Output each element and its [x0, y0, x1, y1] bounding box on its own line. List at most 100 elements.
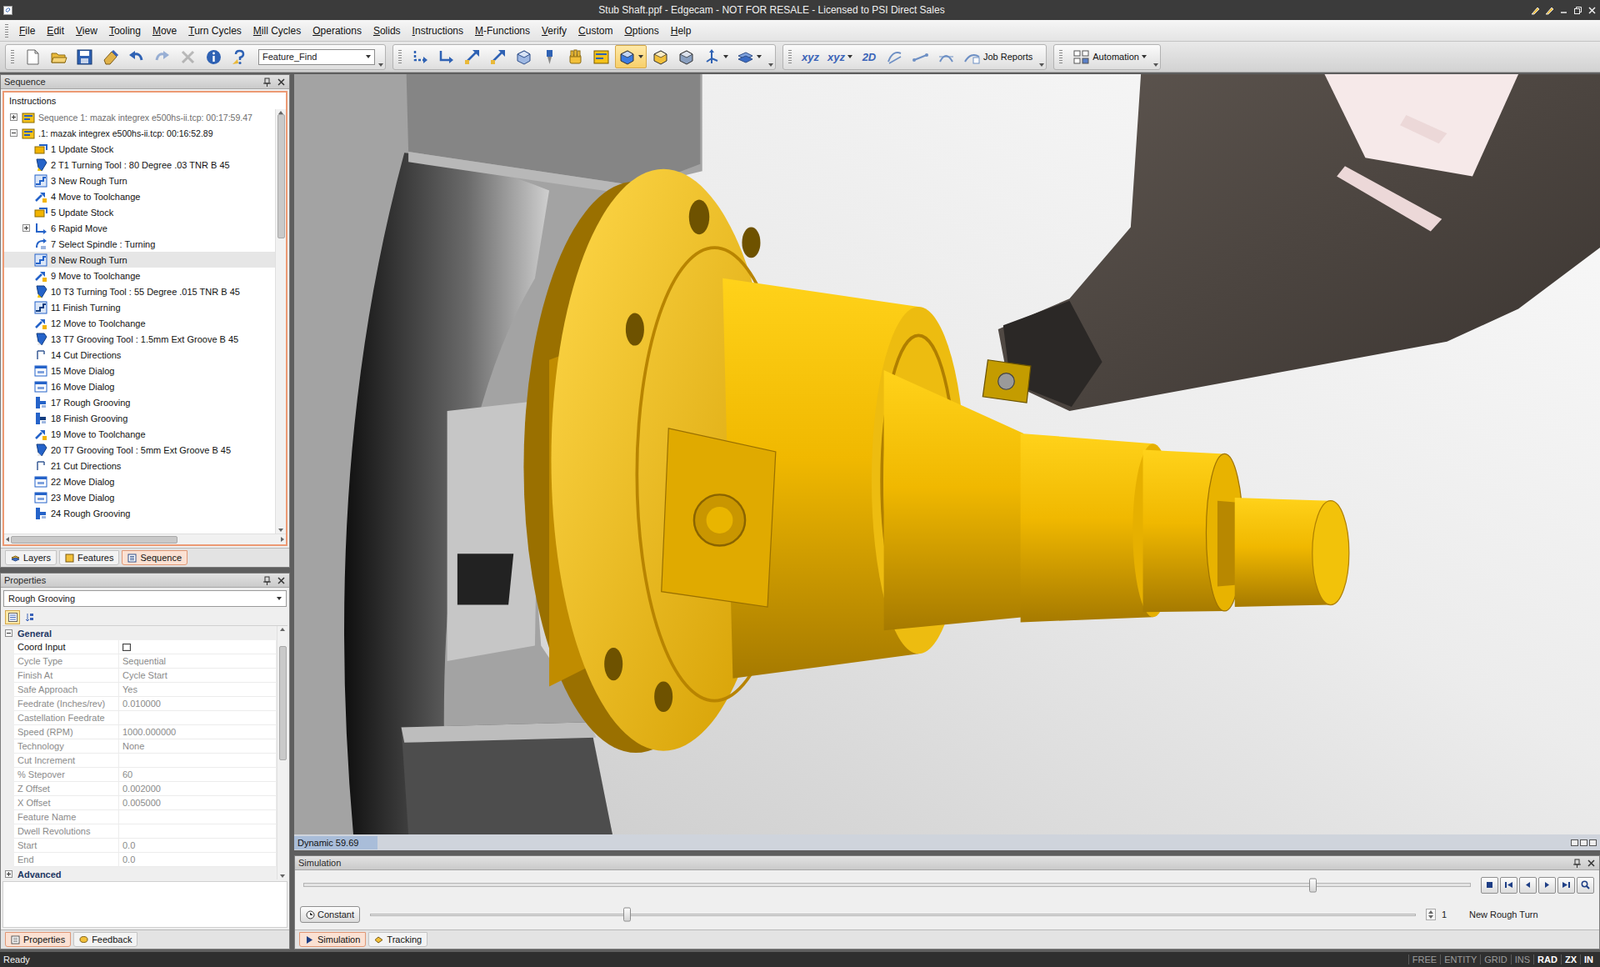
- toolbar-button[interactable]: xyz: [824, 45, 856, 69]
- property-row[interactable]: End0.0: [2, 852, 277, 867]
- instruction-row[interactable]: 22 Move Dialog: [4, 473, 275, 490]
- expand-icon[interactable]: [22, 224, 30, 232]
- property-row[interactable]: Cycle TypeSequential: [2, 654, 277, 669]
- machine-simulation-view[interactable]: [294, 74, 1600, 835]
- instruction-row[interactable]: 17 Rough Grooving: [4, 394, 275, 410]
- instruction-row[interactable]: 12 Move to Toolchange: [4, 315, 275, 331]
- collapse-icon[interactable]: [10, 129, 18, 137]
- instruction-row[interactable]: 8 New Rough Turn: [4, 251, 275, 268]
- menu-item[interactable]: Tooling: [103, 22, 147, 40]
- viewport[interactable]: [294, 74, 1600, 835]
- sequence-row[interactable]: .1: mazak integrex e500hs-ii.tcp: 00:16:…: [4, 125, 275, 141]
- next-button[interactable]: [1538, 876, 1556, 894]
- toolbar-grip[interactable]: [10, 50, 15, 64]
- panel-tab[interactable]: Simulation: [299, 931, 366, 947]
- toolbar-button[interactable]: [733, 45, 765, 69]
- zoom-button[interactable]: [1576, 876, 1595, 894]
- menu-item[interactable]: Turn Cycles: [182, 22, 248, 40]
- toolbar-overflow-icon[interactable]: [378, 63, 384, 67]
- instruction-row[interactable]: 10 T3 Turning Tool : 55 Degree .015 TNR …: [4, 283, 275, 300]
- status-indicator[interactable]: ENTITY: [1440, 954, 1480, 965]
- property-row[interactable]: Feedrate (Inches/rev)0.010000: [2, 696, 277, 711]
- menu-item[interactable]: M-Functions: [469, 22, 536, 40]
- toolbar-button[interactable]: [908, 45, 933, 69]
- toolbar-grip[interactable]: [1059, 50, 1063, 64]
- toolbar-button[interactable]: [408, 45, 433, 69]
- first-button[interactable]: [1500, 876, 1518, 894]
- toolbar-button[interactable]: [72, 45, 97, 69]
- menu-item[interactable]: Move: [146, 22, 183, 40]
- stop-button[interactable]: [1480, 876, 1499, 894]
- panel-tab[interactable]: Feedback: [73, 931, 138, 947]
- toolbar-overflow-icon[interactable]: [1039, 63, 1045, 67]
- menu-item[interactable]: File: [13, 22, 41, 40]
- panel-tab[interactable]: Tracking: [368, 931, 428, 947]
- menu-item[interactable]: Options: [618, 22, 665, 40]
- collapse-icon[interactable]: [5, 629, 13, 637]
- menu-item[interactable]: Verify: [535, 22, 573, 40]
- instruction-row[interactable]: 19 Move to Toolchange: [4, 425, 275, 442]
- instruction-row[interactable]: 5 Update Stock: [4, 204, 275, 220]
- vertical-scrollbar[interactable]: [275, 109, 286, 534]
- horizontal-scrollbar[interactable]: [4, 533, 286, 545]
- toolbar-button[interactable]: [124, 45, 149, 69]
- toolbar-button[interactable]: [98, 45, 123, 69]
- instruction-row[interactable]: 16 Move Dialog: [4, 378, 275, 395]
- property-group[interactable]: General: [2, 625, 277, 640]
- object-select[interactable]: Rough Grooving: [3, 590, 287, 607]
- instruction-row[interactable]: 23 Move Dialog: [4, 489, 275, 505]
- property-row[interactable]: Dwell Revolutions: [2, 824, 277, 839]
- view-tile-button[interactable]: [1589, 839, 1597, 846]
- property-row[interactable]: TechnologyNone: [2, 739, 277, 754]
- slider-thumb[interactable]: [623, 907, 631, 922]
- menu-item[interactable]: Edit: [40, 22, 70, 40]
- status-indicator[interactable]: RAD: [1533, 954, 1561, 965]
- menu-item[interactable]: Solids: [367, 22, 407, 40]
- menu-item[interactable]: Custom: [572, 22, 619, 40]
- toolbar-button[interactable]: [460, 45, 485, 69]
- panel-tab[interactable]: Features: [59, 550, 120, 565]
- toolbar-button[interactable]: [434, 45, 459, 69]
- toolbar-button[interactable]: [201, 45, 226, 69]
- toolbar-button[interactable]: [882, 45, 907, 69]
- instruction-row[interactable]: 14 Cut Directions: [4, 346, 275, 363]
- property-row[interactable]: % Stepover60: [2, 767, 277, 782]
- instruction-row[interactable]: 6 Rapid Move: [4, 220, 275, 236]
- scroll-thumb[interactable]: [279, 645, 287, 760]
- toolbar-button[interactable]: [227, 45, 252, 69]
- toolbar-overflow-icon[interactable]: [1153, 63, 1159, 67]
- feature-find-combo[interactable]: Feature_Find: [258, 49, 375, 65]
- scroll-thumb[interactable]: [10, 535, 178, 544]
- slider-thumb[interactable]: [1309, 877, 1317, 892]
- instruction-row[interactable]: 15 Move Dialog: [4, 362, 275, 379]
- panel-tab[interactable]: Sequence: [121, 550, 188, 565]
- menu-item[interactable]: Mill Cycles: [247, 22, 307, 40]
- property-row[interactable]: Castellation Feedrate: [2, 710, 277, 725]
- status-indicator[interactable]: FREE: [1408, 954, 1440, 965]
- property-row[interactable]: X Offset0.005000: [2, 795, 277, 810]
- toolbar-button[interactable]: [589, 45, 614, 69]
- property-row[interactable]: Cut Increment: [2, 753, 277, 768]
- sequence-row[interactable]: Sequence 1: mazak integrex e500hs-ii.tcp…: [4, 109, 275, 125]
- speed-slider[interactable]: [370, 913, 1416, 916]
- properties-tool-button[interactable]: [5, 610, 20, 625]
- property-row[interactable]: Z Offset0.002000: [2, 781, 277, 796]
- menu-item[interactable]: Operations: [306, 22, 368, 40]
- instruction-row[interactable]: 9 Move to Toolchange: [4, 267, 275, 284]
- instruction-row[interactable]: 20 T7 Grooving Tool : 5mm Ext Groove B 4…: [4, 441, 275, 458]
- vertical-scrollbar[interactable]: [276, 625, 288, 880]
- instruction-row[interactable]: 21 Cut Directions: [4, 457, 275, 474]
- toolbar-button[interactable]: [20, 45, 45, 69]
- view-tile-button[interactable]: [1570, 839, 1579, 846]
- status-indicator[interactable]: ZX: [1560, 954, 1580, 965]
- status-indicator[interactable]: IN: [1580, 954, 1597, 965]
- toolbar-button[interactable]: [150, 45, 175, 69]
- instruction-row[interactable]: 13 T7 Grooving Tool : 1.5mm Ext Groove B…: [4, 330, 275, 347]
- toolbar-button[interactable]: [175, 45, 200, 69]
- instruction-row[interactable]: 1 Update Stock: [4, 140, 275, 157]
- instruction-row[interactable]: 7 Select Spindle : Turning: [4, 235, 275, 252]
- property-row[interactable]: Coord Input: [2, 640, 277, 655]
- expand-icon[interactable]: [10, 113, 18, 121]
- toolbar-grip[interactable]: [788, 50, 792, 64]
- property-row[interactable]: Feature Name: [2, 810, 277, 825]
